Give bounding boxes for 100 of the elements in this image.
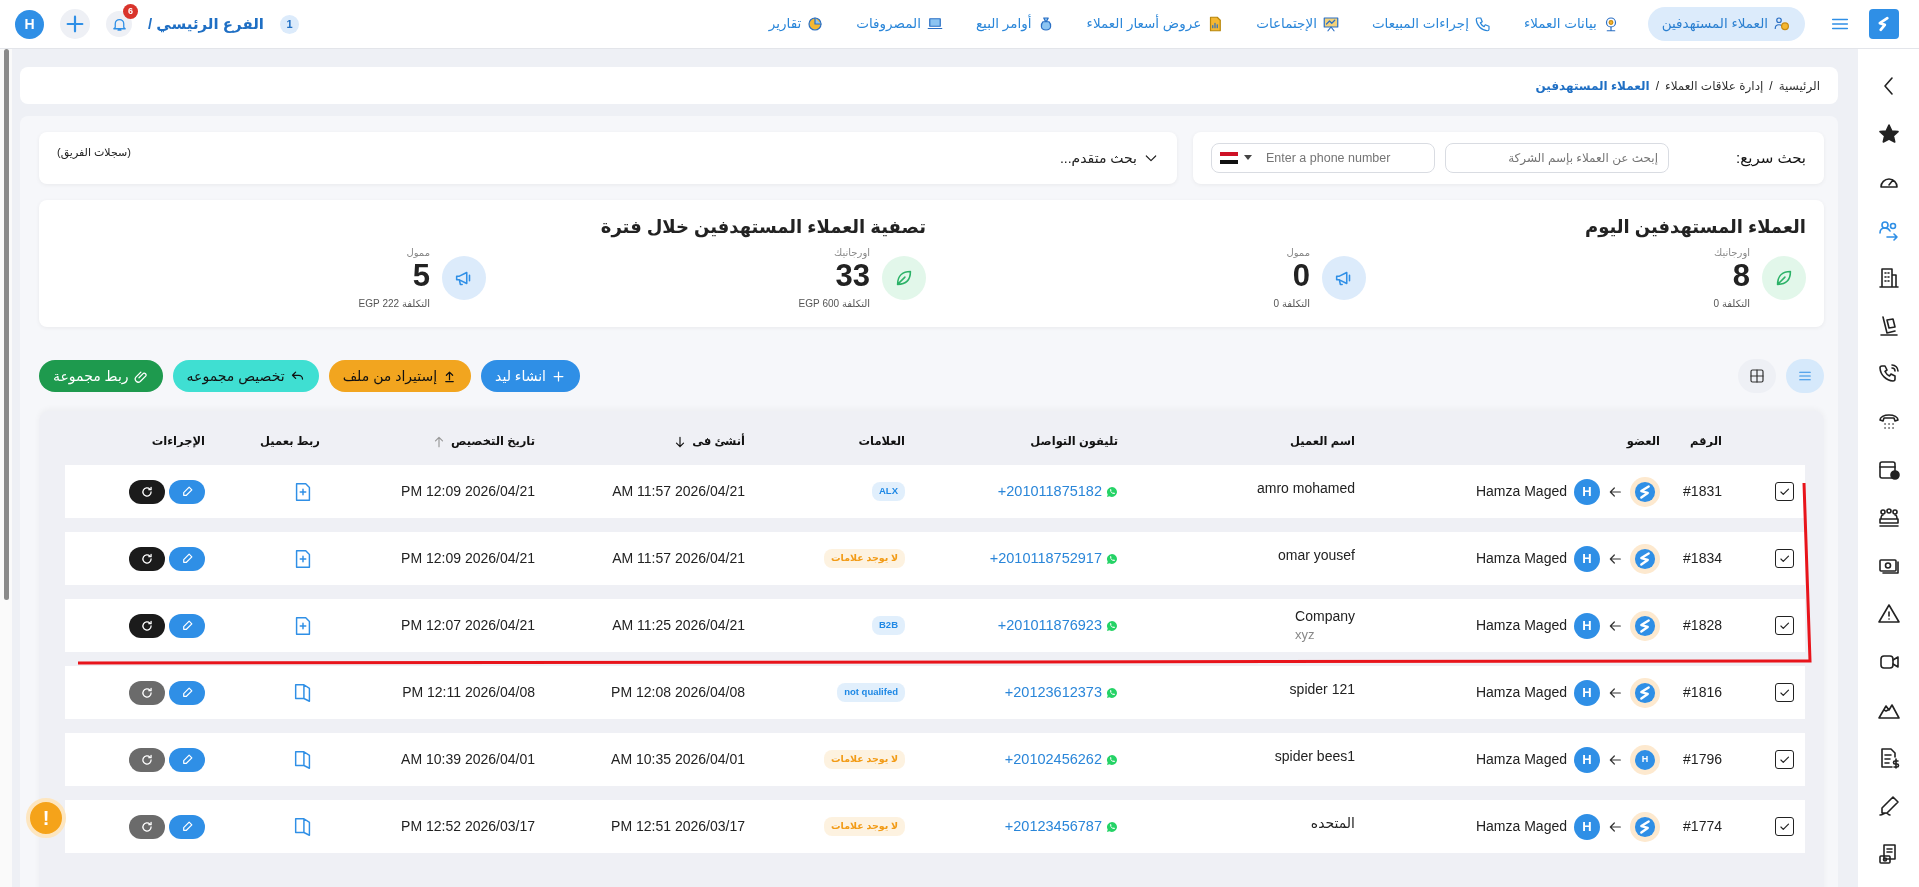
refresh-button[interactable] <box>129 613 165 638</box>
tag: not qualifed <box>837 683 905 702</box>
tag: لا يوجد علامات <box>824 817 905 836</box>
link-group-button[interactable]: ربط مجموعة <box>39 360 163 392</box>
list-view-toggle[interactable] <box>1786 359 1824 393</box>
stat-label: ممول <box>405 246 430 260</box>
column-header[interactable]: الإجراءات <box>151 433 205 451</box>
scrollbar[interactable] <box>4 49 9 600</box>
row-checkbox[interactable] <box>1775 817 1794 836</box>
member-logo-avatar <box>1630 811 1660 842</box>
assign-group-button[interactable]: تخصيص مجموعه <box>172 360 319 392</box>
stat-label: اورجانيك <box>833 246 870 260</box>
client-name: spider 121 <box>1289 680 1355 699</box>
refresh-icon <box>140 819 154 834</box>
breadcrumb-link[interactable]: الرئيسية <box>1778 76 1820 95</box>
row-checkbox[interactable] <box>1775 482 1794 501</box>
user-avatar[interactable]: H <box>15 9 44 39</box>
tag: لا يوجد علامات <box>824 549 905 568</box>
import-button[interactable]: إستيراد من ملف <box>328 360 472 392</box>
users-icon[interactable] <box>1876 218 1901 242</box>
client-name: المتحده <box>1310 814 1355 833</box>
row-checkbox[interactable] <box>1775 683 1794 702</box>
assignee-avatar: H <box>1574 478 1600 505</box>
member-name: Hamza Maged <box>1475 482 1567 501</box>
pie-chart-icon <box>806 15 825 33</box>
column-header[interactable]: الرقم <box>1690 433 1722 451</box>
assigned-date: AM 10:39 2026/04/01 <box>401 750 535 769</box>
column-header[interactable]: العلامات <box>858 433 905 451</box>
stat-value: 0 <box>1291 260 1310 291</box>
phone-link[interactable]: +2010118752917 <box>989 547 1102 570</box>
count-badge: 1 <box>279 14 299 34</box>
add-button[interactable] <box>60 9 90 39</box>
refresh-icon <box>140 685 154 700</box>
column-header[interactable]: اسم العميل <box>1290 433 1355 451</box>
edit-button[interactable] <box>169 680 205 705</box>
lead-number: #1834 <box>1683 549 1722 568</box>
nav-item[interactable]: الإجتماعات <box>1252 7 1344 41</box>
phone-link[interactable]: +201011876923 <box>997 614 1102 637</box>
refresh-button[interactable] <box>129 479 165 504</box>
grid-view-toggle[interactable] <box>1738 359 1776 393</box>
branch-link[interactable]: الفرع الرئيسي / <box>148 12 264 36</box>
caret-icon[interactable] <box>1244 155 1252 161</box>
phone-field[interactable]: Enter a phone number <box>1211 143 1435 173</box>
column-header[interactable]: ربط بعميل <box>260 433 320 451</box>
column-header[interactable]: تاريخ التخصيص <box>451 433 535 451</box>
stat-title: تصفية العملاء المستهدفين خلال فترة <box>599 216 926 240</box>
refresh-icon <box>140 752 154 767</box>
client-name: amro mohamed <box>1256 479 1355 498</box>
nav-item[interactable]: أوامر البيع <box>971 7 1059 41</box>
assignee-avatar: H <box>1574 746 1600 773</box>
lead-number: #1816 <box>1683 683 1722 702</box>
member-logo-avatar <box>1630 610 1660 641</box>
refresh-icon <box>140 618 154 633</box>
edit-button[interactable] <box>169 814 205 839</box>
megaphone-icon <box>1322 256 1366 300</box>
warning-icon[interactable] <box>1876 602 1901 626</box>
column-header[interactable]: أنشئ فى <box>692 433 745 451</box>
breadcrumb-link[interactable]: إدارة علاقات العملاء <box>1665 76 1764 95</box>
created-date: AM 11:25 2026/04/21 <box>612 616 745 635</box>
assignee-avatar: H <box>1574 813 1600 840</box>
created-date: AM 11:57 2026/04/21 <box>612 482 745 501</box>
row-checkbox[interactable] <box>1775 750 1794 769</box>
search-field[interactable]: إبحث عن العملاء بإسم الشركة <box>1445 143 1669 173</box>
nav-item[interactable]: عروض أسعار العملاء <box>1082 7 1229 41</box>
nav-item[interactable]: العملاء المستهدفين <box>1647 6 1805 42</box>
breadcrumb-separator: / <box>1769 77 1773 95</box>
column-header[interactable]: تليفون التواصل <box>1030 433 1118 451</box>
breadcrumb-separator: / <box>1655 77 1659 95</box>
stat-cost: التكلفة 222 EGP <box>358 297 430 311</box>
advanced-search-toggle[interactable]: بحث متقدم... <box>1059 147 1159 169</box>
phone-link[interactable]: +20102456262 <box>1004 748 1102 771</box>
member-logo-avatar <box>1630 543 1660 574</box>
pencil-icon <box>180 820 194 833</box>
star-icon[interactable] <box>1876 122 1901 146</box>
phone-link[interactable]: +201011875182 <box>997 480 1102 503</box>
presentation-icon <box>1321 15 1340 33</box>
nav-item[interactable]: المصروفات <box>852 7 948 41</box>
nav-item[interactable]: بيانات العملاء <box>1519 7 1624 41</box>
refresh-icon <box>140 484 154 499</box>
people-group-icon[interactable] <box>1876 506 1901 530</box>
calendar-star-icon[interactable] <box>1876 458 1901 482</box>
member-avatar: H <box>1630 744 1660 775</box>
flag-icon[interactable] <box>1220 152 1238 164</box>
edit-button[interactable] <box>169 747 205 772</box>
row-checkbox[interactable] <box>1775 549 1794 568</box>
building-icon[interactable] <box>1876 266 1901 290</box>
logo-icon[interactable] <box>1869 9 1899 39</box>
phone-link[interactable]: +20123456787 <box>1004 815 1102 838</box>
signature-pen-icon[interactable] <box>1876 794 1901 818</box>
lead-number: #1796 <box>1683 750 1722 769</box>
phone-link[interactable]: +20123612373 <box>1004 681 1102 704</box>
notification-badge: 6 <box>123 4 138 19</box>
nav-item[interactable]: تقارير <box>764 7 829 41</box>
column-header[interactable]: العضو <box>1626 433 1660 451</box>
row-checkbox[interactable] <box>1775 616 1794 635</box>
create-lead-button[interactable]: انشاء ليد <box>481 360 580 392</box>
member-logo-avatar <box>1630 677 1660 708</box>
nav-item[interactable]: إجراءات المبيعات <box>1367 7 1496 41</box>
refresh-icon <box>140 551 154 566</box>
refresh-button[interactable] <box>129 546 165 571</box>
